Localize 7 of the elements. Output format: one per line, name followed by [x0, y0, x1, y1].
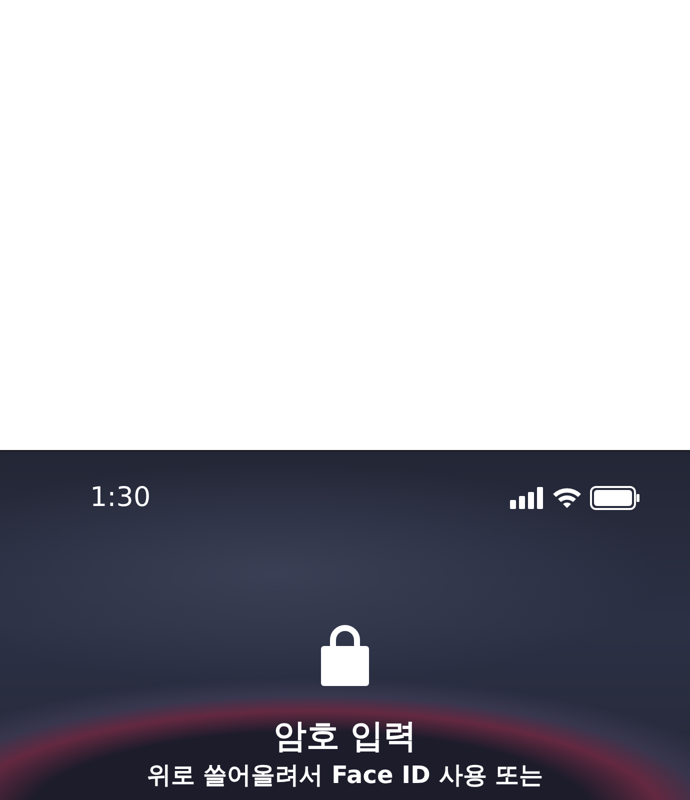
lock-title: 암호 입력 — [273, 716, 417, 756]
lock-instruction: 위로 쓸어올려서 Face ID 사용 또는 — [146, 761, 544, 790]
wifi-icon — [552, 487, 582, 510]
lock-icon — [320, 624, 370, 686]
signal-icon — [510, 487, 544, 510]
battery-icon — [590, 486, 640, 510]
status-time: 1:30 — [90, 481, 151, 515]
